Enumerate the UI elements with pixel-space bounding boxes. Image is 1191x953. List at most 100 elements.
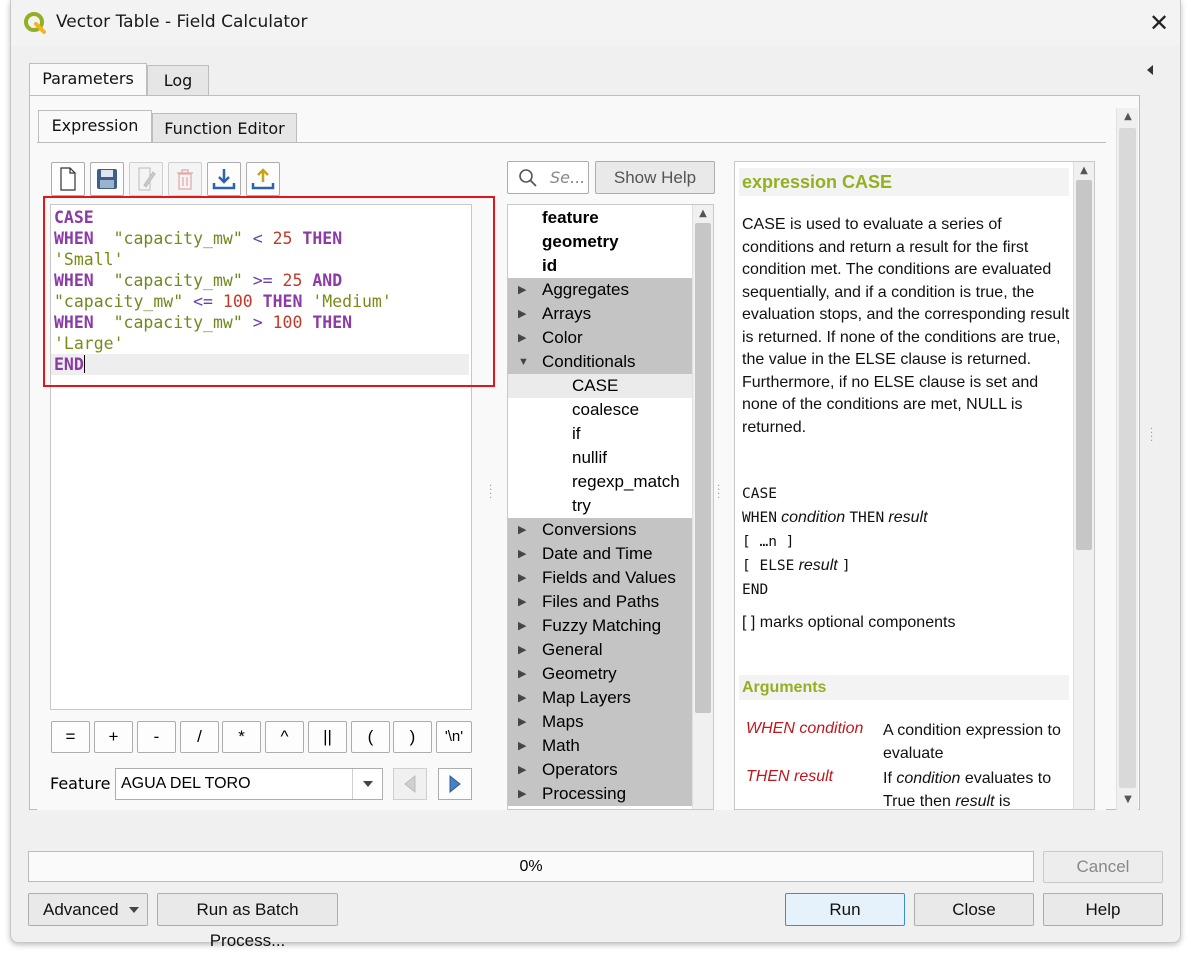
tree-item[interactable]: nullif — [508, 446, 692, 470]
chevron-down-icon[interactable] — [352, 769, 382, 799]
collapsed-arrow-icon[interactable]: ▶ — [518, 734, 528, 758]
function-tree[interactable]: feature geometry id ▶ Aggregates ▶ Arrays ▶ Colo… — [507, 204, 714, 810]
tree-item[interactable]: try — [508, 494, 692, 518]
tree-item[interactable]: geometry — [508, 230, 692, 254]
panel-scrollbar[interactable]: ▲ ▼ — [1116, 108, 1138, 810]
operator-button[interactable]: ) — [393, 721, 432, 753]
tab-log[interactable]: Log — [147, 65, 209, 95]
operator-button[interactable]: + — [94, 721, 133, 753]
previous-feature-button[interactable] — [393, 768, 427, 800]
next-feature-button[interactable] — [438, 768, 472, 800]
export-expression-button[interactable] — [246, 162, 280, 196]
operator-button[interactable]: ( — [351, 721, 390, 753]
syntax-param: result — [888, 509, 928, 526]
tree-item[interactable]: regexp_match — [508, 470, 692, 494]
tree-item[interactable]: ▶ Aggregates — [508, 278, 692, 302]
right-triangle-icon — [449, 775, 461, 793]
scroll-up-icon[interactable]: ▲ — [1076, 164, 1092, 178]
tree-item[interactable]: ▶ Math — [508, 734, 692, 758]
tree-item[interactable]: ▶ Conversions — [508, 518, 692, 542]
tree-item[interactable]: ▶ Processing — [508, 782, 692, 806]
collapsed-arrow-icon[interactable]: ▶ — [518, 782, 528, 806]
tree-item[interactable]: ▶ General — [508, 638, 692, 662]
operator-button[interactable]: * — [222, 721, 261, 753]
splitter-handle[interactable]: · · · · — [1150, 425, 1153, 447]
tree-item-label: Processing — [542, 784, 627, 803]
collapse-panel-icon[interactable] — [1144, 63, 1156, 77]
tab-parameters[interactable]: Parameters — [29, 63, 147, 95]
cancel-button[interactable]: Cancel — [1043, 851, 1163, 883]
collapsed-arrow-icon[interactable]: ▶ — [518, 566, 528, 590]
collapsed-arrow-icon[interactable]: ▶ — [518, 326, 528, 350]
export-icon — [251, 168, 275, 190]
collapsed-arrow-icon[interactable]: ▶ — [518, 710, 528, 734]
advanced-button[interactable]: Advanced — [28, 893, 148, 926]
collapsed-arrow-icon[interactable]: ▶ — [518, 614, 528, 638]
delete-expression-button[interactable] — [168, 162, 202, 196]
tree-scrollbar[interactable]: ▲ — [692, 205, 713, 809]
tree-item[interactable]: ▶ Arrays — [508, 302, 692, 326]
tree-item[interactable]: feature — [508, 206, 692, 230]
tree-item[interactable]: ▶ Geometry — [508, 662, 692, 686]
tab-function-editor[interactable]: Function Editor — [152, 113, 297, 142]
tree-item[interactable]: coalesce — [508, 398, 692, 422]
expanded-arrow-icon[interactable]: ▼ — [518, 350, 529, 374]
collapsed-arrow-icon[interactable]: ▶ — [518, 638, 528, 662]
tree-item[interactable]: ▶ Fields and Values — [508, 566, 692, 590]
collapsed-arrow-icon[interactable]: ▶ — [518, 542, 528, 566]
tree-item[interactable]: ▶ Date and Time — [508, 542, 692, 566]
tab-expression[interactable]: Expression — [38, 110, 152, 142]
tree-item[interactable]: ▶ Maps — [508, 710, 692, 734]
run-button[interactable]: Run — [785, 893, 905, 926]
tree-item[interactable]: ▶ Operators — [508, 758, 692, 782]
save-expression-button[interactable] — [90, 162, 124, 196]
tree-item[interactable]: ▶ Fuzzy Matching — [508, 614, 692, 638]
operator-button[interactable]: / — [180, 721, 219, 753]
scrollbar-thumb[interactable] — [695, 223, 711, 713]
arguments-heading: Arguments — [739, 675, 1069, 700]
left-triangle-icon — [404, 775, 416, 793]
help-scrollbar[interactable]: ▲ — [1073, 162, 1094, 809]
operator-button[interactable]: - — [137, 721, 176, 753]
edit-expression-button[interactable] — [129, 162, 163, 196]
scroll-up-icon[interactable]: ▲ — [1120, 110, 1136, 124]
help-button[interactable]: Help — [1043, 893, 1163, 926]
import-icon — [212, 169, 236, 190]
tree-item[interactable]: if — [508, 422, 692, 446]
tree-item[interactable]: ▶ Files and Paths — [508, 590, 692, 614]
operator-button[interactable]: || — [308, 721, 347, 753]
close-button[interactable]: Close — [914, 893, 1034, 926]
function-search-input[interactable]: Se... — [507, 161, 589, 194]
scrollbar-thumb[interactable] — [1119, 128, 1136, 788]
tree-item[interactable]: ▶ Map Layers — [508, 686, 692, 710]
splitter-handle[interactable]: · · · · — [489, 482, 492, 504]
collapsed-arrow-icon[interactable]: ▶ — [518, 590, 528, 614]
collapsed-arrow-icon[interactable]: ▶ — [518, 686, 528, 710]
collapsed-arrow-icon[interactable]: ▶ — [518, 518, 528, 542]
tree-item-label: if — [572, 424, 581, 443]
tree-item-label: feature — [542, 208, 599, 227]
scrollbar-thumb[interactable] — [1076, 180, 1092, 550]
collapsed-arrow-icon[interactable]: ▶ — [518, 662, 528, 686]
splitter-handle[interactable]: · · · · — [717, 482, 720, 504]
collapsed-arrow-icon[interactable]: ▶ — [518, 278, 528, 302]
feature-combobox[interactable]: AGUA DEL TORO — [115, 768, 383, 800]
scroll-up-icon[interactable]: ▲ — [695, 207, 711, 221]
operator-button[interactable]: = — [51, 721, 90, 753]
close-window-icon[interactable]: ✕ — [1144, 8, 1174, 38]
scroll-down-icon[interactable]: ▼ — [1120, 793, 1136, 807]
tree-item[interactable]: ▶ Color — [508, 326, 692, 350]
expression-line: WHEN "capacity_mw" >= 25 AND — [54, 270, 468, 291]
show-help-button[interactable]: Show Help — [595, 161, 715, 194]
run-batch-button[interactable]: Run as Batch Process... — [157, 893, 338, 950]
collapsed-arrow-icon[interactable]: ▶ — [518, 302, 528, 326]
tree-item[interactable]: ▼ Conditionals — [508, 350, 692, 374]
expression-editor[interactable]: CASE WHEN "capacity_mw" < 25 THEN 'Small' W… — [50, 204, 472, 710]
new-expression-button[interactable] — [51, 162, 85, 196]
tree-item[interactable]: id — [508, 254, 692, 278]
operator-button[interactable]: '\n' — [436, 721, 472, 753]
import-expression-button[interactable] — [207, 162, 241, 196]
collapsed-arrow-icon[interactable]: ▶ — [518, 758, 528, 782]
tree-item[interactable]: CASE — [508, 374, 692, 398]
operator-button[interactable]: ^ — [265, 721, 304, 753]
